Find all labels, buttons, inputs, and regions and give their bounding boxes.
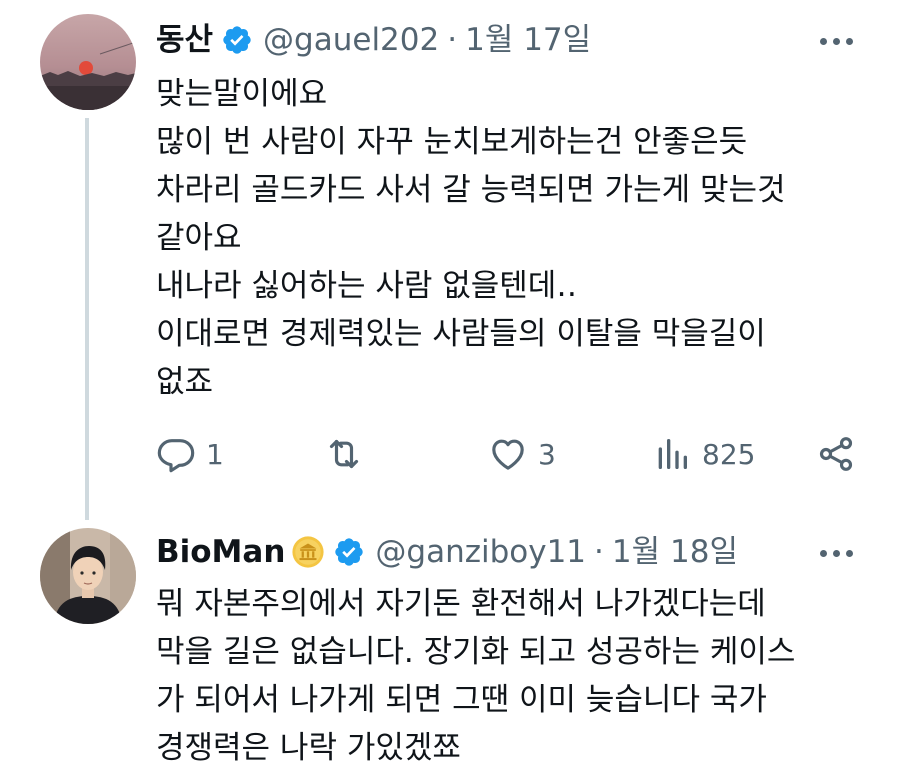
tweet-header: BioMan @ganziboy11 · 1월 18일: [156, 532, 738, 572]
like-button[interactable]: 3: [488, 430, 556, 478]
tweet-header: 동산 @gauel202 · 1월 17일: [156, 20, 591, 60]
tweet-text-line: 뭐 자본주의에서 자기돈 환전해서 나가겠다는데: [156, 586, 766, 622]
tweet-date[interactable]: 1월 17일: [465, 20, 591, 60]
tweet-text-line: 많이 번 사람이 자꾸 눈치보게하는건 안좋은듯: [156, 124, 748, 160]
share-button[interactable]: [816, 430, 856, 478]
views-button[interactable]: 825: [652, 430, 755, 478]
tweet-text-line: 가 되어서 나가게 되면 그땐 이미 늦습니다 국가: [156, 682, 767, 718]
man-portrait-avatar: [40, 528, 136, 624]
verified-badge-icon: [221, 24, 253, 56]
reply-button[interactable]: 1: [156, 430, 224, 478]
author-name[interactable]: 동산: [156, 20, 213, 60]
tweet-text: 뭐 자본주의에서 자기돈 환전해서 나가겠다는데 막을 길은 없습니다. 장기화…: [156, 580, 856, 772]
tweet-text-line: 같아요: [156, 220, 242, 256]
avatar[interactable]: [40, 528, 136, 624]
tweet-1[interactable]: 동산 @gauel202 · 1월 17일 맞는말이에요 많이 번 사람이 자꾸…: [0, 0, 900, 520]
more-options-icon[interactable]: [816, 538, 856, 568]
author-handle[interactable]: @gauel202: [263, 20, 439, 60]
tweet-actions: 1 3 825: [156, 430, 866, 478]
thread-connector-line: [85, 118, 89, 520]
tweet-text-line: 없죠: [156, 364, 214, 400]
tweet-text-line: 이대로면 경제력있는 사람들의 이탈을 막을길이: [156, 316, 766, 352]
separator-dot: ·: [447, 22, 458, 58]
reply-icon: [157, 439, 195, 473]
repost-button[interactable]: [324, 430, 374, 478]
tweet-text-line: 내나라 싫어하는 사람 없을텐데‥: [156, 268, 578, 304]
like-count: 3: [538, 437, 556, 471]
tweet-2[interactable]: BioMan @ganziboy11 · 1월 18일 뭐 자본주의에서 자기돈…: [0, 520, 900, 777]
tweet-text: 맞는말이에요 많이 번 사람이 자꾸 눈치보게하는건 안좋은듯 차라리 골드카드…: [156, 70, 856, 406]
more-options-icon[interactable]: [816, 26, 856, 56]
tweet-text-line: 막을 길은 없습니다. 장기화 되고 성공하는 케이스: [156, 634, 796, 670]
view-count: 825: [702, 437, 756, 471]
tweet-date[interactable]: 1월 18일: [612, 532, 738, 572]
reply-count: 1: [206, 437, 224, 471]
tweet-text-line: 경쟁력은 나락 가있겠쬬: [156, 730, 461, 766]
sunset-landscape-avatar: [40, 14, 136, 110]
tweet-text-line: 차라리 골드카드 사서 갈 능력되면 가는게 맞는것: [156, 172, 786, 208]
author-name[interactable]: BioMan: [156, 532, 285, 572]
gold-building-icon: [291, 535, 325, 569]
avatar[interactable]: [40, 14, 136, 110]
heart-icon: [492, 439, 524, 470]
share-icon: [819, 437, 853, 471]
views-chart-icon: [658, 439, 687, 469]
tweet-text-line: 맞는말이에요: [156, 76, 328, 112]
verified-badge-icon: [333, 536, 365, 568]
repost-icon: [329, 439, 359, 469]
separator-dot: ·: [594, 534, 604, 570]
author-handle[interactable]: @ganziboy11: [375, 532, 586, 572]
